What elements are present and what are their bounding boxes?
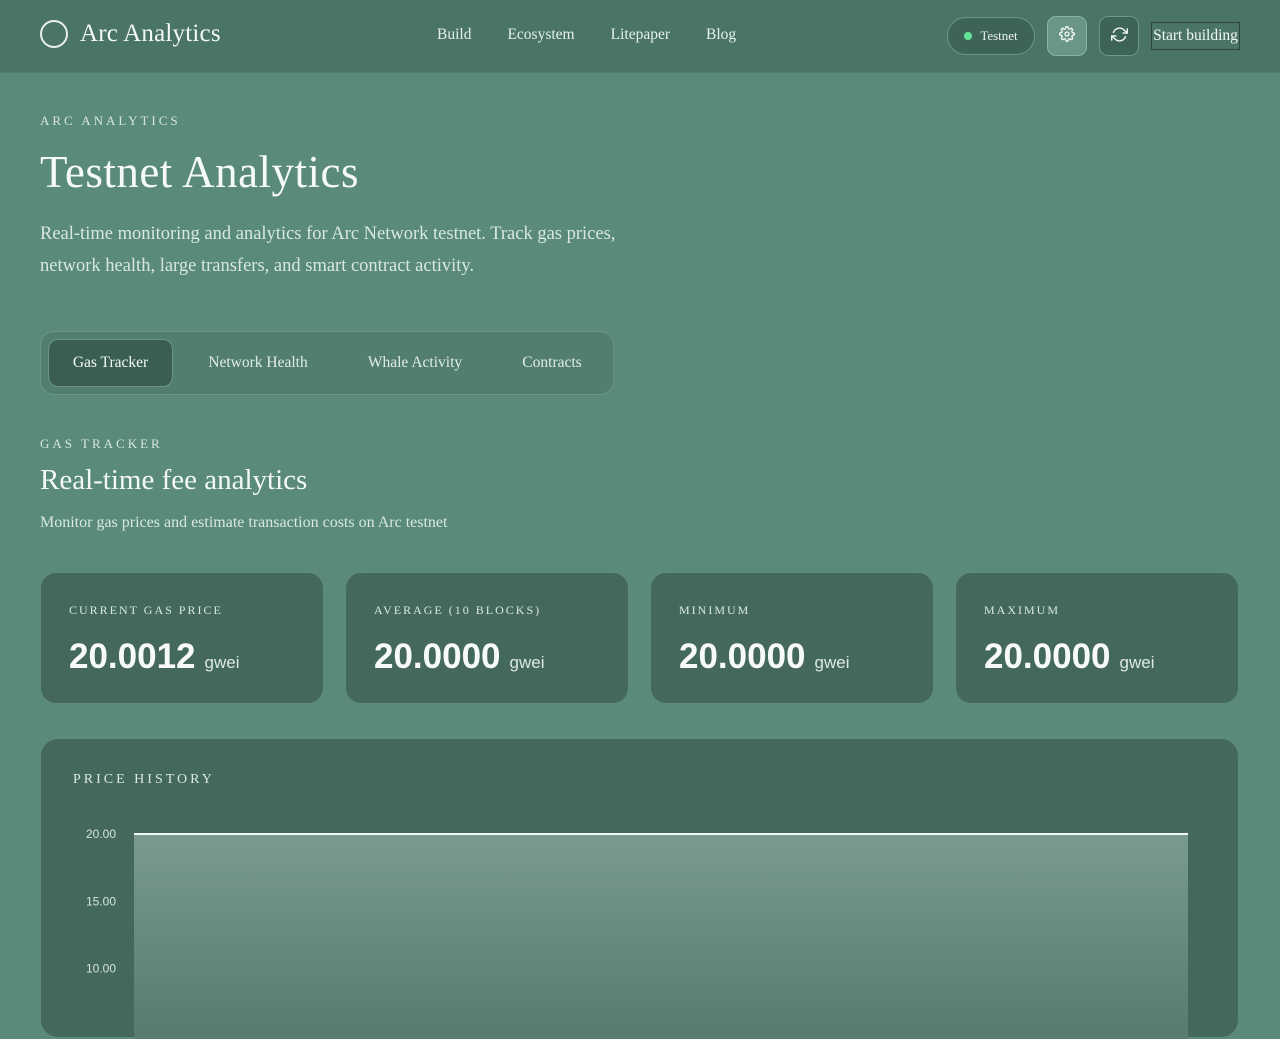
refresh-button[interactable]	[1099, 16, 1139, 56]
y-tick-label: 20.00	[86, 827, 116, 841]
network-badge-label: Testnet	[980, 28, 1018, 43]
price-history-panel: PRICE HISTORY 20.00 15.00 10.00	[40, 738, 1239, 1039]
stat-label: AVERAGE (10 BLOCKS)	[374, 603, 542, 617]
main-nav: Build Ecosystem Litepaper Blog	[437, 26, 736, 44]
stat-value: 20.0000	[679, 637, 806, 676]
stat-card-current-gas: CURRENT GAS PRICE 20.0012 gwei	[40, 572, 324, 704]
stat-label: MAXIMUM	[984, 603, 1061, 617]
network-badge[interactable]: Testnet	[947, 17, 1035, 55]
tab-network-health[interactable]: Network Health	[186, 339, 330, 387]
hero-description: Real-time monitoring and analytics for A…	[40, 224, 616, 276]
price-history-chart: 20.00 15.00 10.00	[86, 827, 1188, 1039]
stat-unit: gwei	[1119, 653, 1155, 672]
brand-logo-link[interactable]: Arc Analytics	[40, 20, 221, 48]
section-eyebrow: GAS TRACKER	[40, 436, 163, 451]
stat-unit: gwei	[509, 653, 545, 672]
analytics-tabs: Gas Tracker Network Health Whale Activit…	[40, 331, 614, 395]
refresh-icon	[1110, 26, 1128, 47]
stat-value: 20.0000	[374, 637, 501, 676]
status-dot-icon	[964, 32, 973, 40]
stat-card-average: AVERAGE (10 BLOCKS) 20.0000 gwei	[345, 572, 629, 704]
nav-link-build[interactable]: Build	[437, 26, 471, 44]
section-title: Real-time fee analytics	[40, 464, 308, 496]
stat-card-maximum: MAXIMUM 20.0000 gwei	[955, 572, 1239, 704]
price-area	[134, 834, 1188, 1039]
tab-gas-tracker[interactable]: Gas Tracker	[48, 339, 173, 387]
tab-whale-activity[interactable]: Whale Activity	[346, 339, 484, 387]
nav-link-ecosystem[interactable]: Ecosystem	[507, 26, 574, 44]
settings-button[interactable]	[1047, 16, 1087, 56]
section-description: Monitor gas prices and estimate transact…	[40, 514, 448, 531]
hero-eyebrow: ARC ANALYTICS	[40, 113, 181, 128]
stat-label: MINIMUM	[679, 603, 751, 617]
nav-link-litepaper[interactable]: Litepaper	[611, 26, 670, 44]
circle-logo-icon	[40, 20, 68, 48]
tab-contracts[interactable]: Contracts	[500, 339, 604, 387]
y-tick-label: 15.00	[86, 894, 116, 908]
stat-value-group: 20.0012 gwei	[69, 637, 240, 677]
start-building-button[interactable]: Start building	[1151, 22, 1240, 50]
stat-value-group: 20.0000 gwei	[984, 637, 1155, 677]
stat-value: 20.0012	[69, 637, 196, 676]
y-tick-label: 10.00	[86, 962, 116, 976]
stat-card-minimum: MINIMUM 20.0000 gwei	[650, 572, 934, 704]
page-title: Testnet Analytics	[40, 147, 360, 197]
gear-icon	[1059, 26, 1075, 46]
top-navigation-bar: Arc Analytics Build Ecosystem Litepaper …	[0, 0, 1280, 72]
stat-unit: gwei	[814, 653, 850, 672]
stat-value-group: 20.0000 gwei	[679, 637, 850, 677]
brand-name: Arc Analytics	[80, 20, 221, 47]
nav-link-blog[interactable]: Blog	[706, 26, 736, 44]
stat-value-group: 20.0000 gwei	[374, 637, 545, 677]
stat-label: CURRENT GAS PRICE	[69, 603, 223, 617]
stat-unit: gwei	[204, 653, 240, 672]
stat-value: 20.0000	[984, 637, 1111, 676]
